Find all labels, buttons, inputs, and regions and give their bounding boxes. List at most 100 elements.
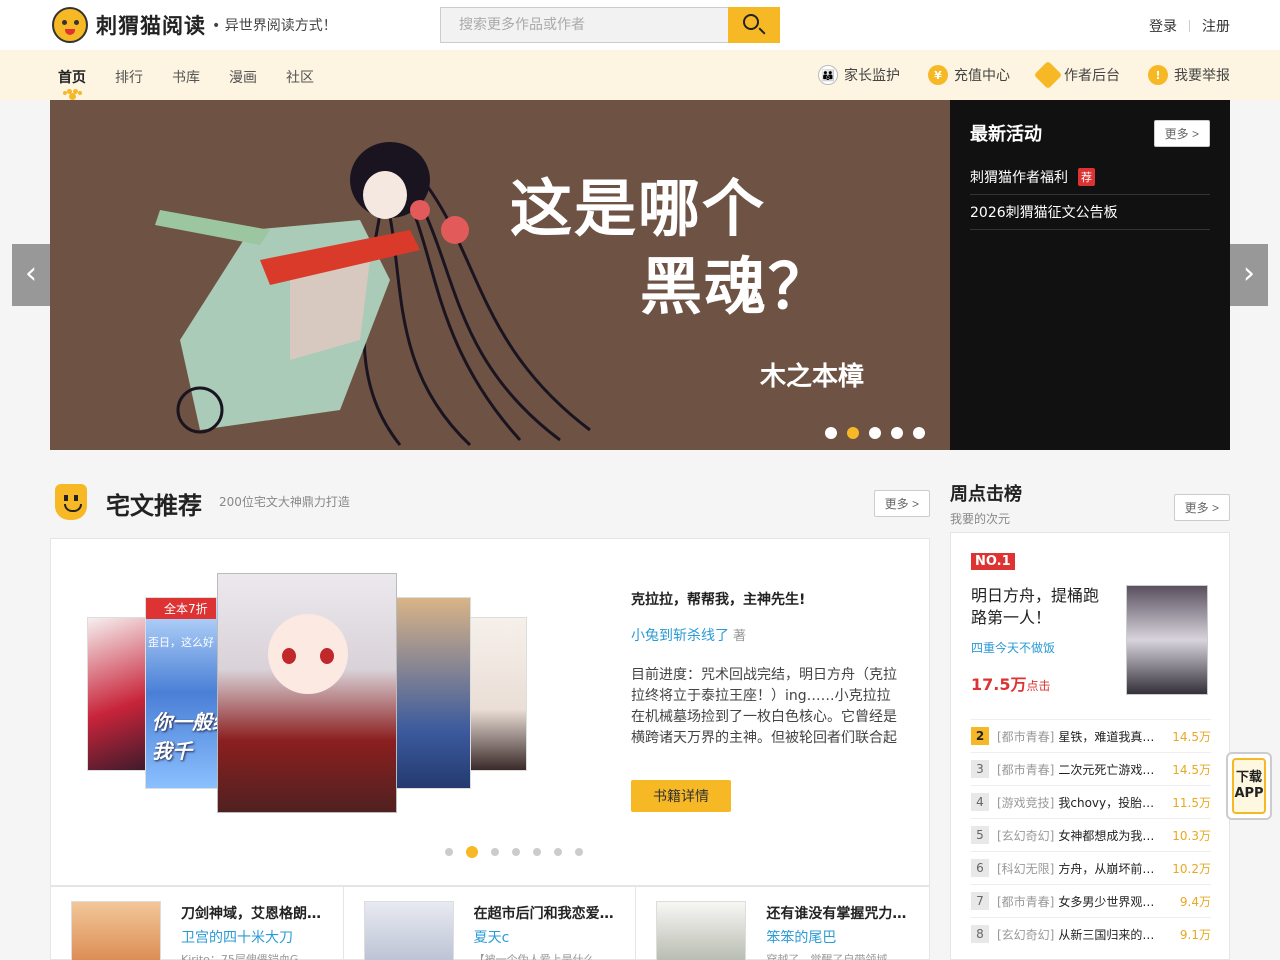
banner-author-signature: 木之本樟 <box>760 362 865 392</box>
search-input[interactable] <box>441 8 729 42</box>
report-label: 我要举报 <box>1174 68 1230 84</box>
top-book-title[interactable]: 明日方舟，提桶跑路第一人！ <box>971 585 1111 629</box>
rank-book-name[interactable]: 方舟，从崩坏前… <box>1058 860 1154 877</box>
search-icon <box>743 14 759 30</box>
site-logo[interactable]: 刺猬猫阅读 • 异世界阅读方式！ <box>52 7 337 43</box>
rank-book-name[interactable]: 女神都想成为我… <box>1058 827 1154 844</box>
top-bar: 刺猬猫阅读 • 异世界阅读方式！ 登录 注册 <box>0 0 1280 50</box>
register-link[interactable]: 注册 <box>1202 16 1230 36</box>
recommend-section-header: 宅文推荐 200位宅文大神鼎力打造 更多 > <box>50 480 930 524</box>
top-book-author[interactable]: 四重今天不做饭 <box>971 639 1055 656</box>
banner-dot[interactable] <box>869 427 881 439</box>
top-book-cover[interactable] <box>1126 585 1208 695</box>
login-link[interactable]: 登录 <box>1149 16 1177 36</box>
recommend-badge: 荐 <box>1078 168 1095 186</box>
banner-title-line1: 这是哪个 <box>510 172 767 245</box>
carousel-dot[interactable] <box>491 848 499 856</box>
banner-dot[interactable] <box>891 427 903 439</box>
rank-category: [游戏竞技] <box>997 795 1055 810</box>
top-clicks-value: 17.5万 <box>971 675 1027 694</box>
book-item[interactable]: 还有谁没有掌握咒力… 笨笨的尾巴 穿越了，觉醒了自带领域 <box>636 887 929 960</box>
rank-row[interactable]: 6 [科幻无限] 方舟，从崩坏前… 10.2万 <box>971 851 1211 884</box>
nav-comics[interactable]: 漫画 <box>229 67 257 87</box>
nav-home[interactable]: 首页 <box>58 67 86 87</box>
hero-banner[interactable]: 这是哪个 黑魂？ 木之本樟 <box>50 100 950 450</box>
discount-badge: 全本7折 <box>146 598 216 619</box>
banner-dot[interactable] <box>913 427 925 439</box>
parental-control-link[interactable]: 👪 家长监护 <box>818 65 900 85</box>
banner-dot[interactable] <box>825 427 837 439</box>
featured-book-info: 克拉拉，帮帮我，主神先生! 小兔到斩杀线了著 目前进度：咒术回战完结，明日方舟（… <box>631 589 901 749</box>
rank-row[interactable]: 2 [都市青春] 星铁，难道我真… 14.5万 <box>971 719 1211 752</box>
rank-number: 2 <box>971 727 989 745</box>
book-cover[interactable] <box>656 901 747 960</box>
book-snippet: Kirito：75层傀儡铠血G… <box>181 953 310 960</box>
carousel-dot[interactable] <box>445 848 453 856</box>
banner-dot-active[interactable] <box>847 427 859 439</box>
nav-tools: 👪 家长监护 ¥ 充值中心 作者后台 ! 我要举报 <box>790 60 1230 90</box>
book-cover[interactable] <box>389 597 471 789</box>
book-cover[interactable] <box>71 901 161 960</box>
book-title[interactable]: 在超市后门和我恋爱… <box>474 903 624 923</box>
activity-item-label: 刺猬猫作者福利 <box>970 170 1068 186</box>
carousel-dot[interactable] <box>554 848 562 856</box>
rank-row[interactable]: 7 [都市青春] 女多男少世界观… 9.4万 <box>971 884 1211 917</box>
rank-book-name[interactable]: 我chovy，投胎… <box>1058 794 1154 811</box>
nav-community[interactable]: 社区 <box>286 67 314 87</box>
book-author[interactable]: 笨笨的尾巴 <box>766 927 836 947</box>
rank-count: 10.3万 <box>1172 828 1211 843</box>
rank-book-name[interactable]: 星铁，难道我真… <box>1058 728 1154 745</box>
book-author[interactable]: 卫宫的四十米大刀 <box>181 927 293 947</box>
featured-book-author-line: 小兔到斩杀线了著 <box>631 625 901 645</box>
rank-row[interactable]: 3 [都市青春] 二次元死亡游戏… 14.5万 <box>971 752 1211 785</box>
rank-number: 7 <box>971 892 989 910</box>
nav-library[interactable]: 书库 <box>172 67 200 87</box>
rank-number: 5 <box>971 826 989 844</box>
nav-rank[interactable]: 排行 <box>115 67 143 87</box>
carousel-dot-active[interactable] <box>466 846 478 858</box>
recharge-link[interactable]: ¥ 充值中心 <box>928 65 1010 85</box>
carousel-dot[interactable] <box>512 848 520 856</box>
report-link[interactable]: ! 我要举报 <box>1148 65 1230 85</box>
nav-links: 首页 排行 书库 漫画 社区 <box>58 67 343 87</box>
activity-item[interactable]: 2026刺猬猫征文公告板 <box>970 195 1210 230</box>
download-app-button[interactable]: 下载 APP <box>1226 752 1272 820</box>
featured-book-author[interactable]: 小兔到斩杀线了 <box>631 628 729 644</box>
recommend-more-button[interactable]: 更多 > <box>873 490 930 517</box>
activity-item[interactable]: 刺猬猫作者福利 荐 <box>970 160 1210 195</box>
recommend-title: 宅文推荐 <box>106 492 202 520</box>
featured-book-title[interactable]: 克拉拉，帮帮我，主神先生! <box>631 589 901 609</box>
rank-row[interactable]: 5 [玄幻奇幻] 女神都想成为我… 10.3万 <box>971 818 1211 851</box>
book-title[interactable]: 还有谁没有掌握咒力… <box>766 903 916 923</box>
book-cover[interactable] <box>363 901 454 960</box>
carousel-dot[interactable] <box>533 848 541 856</box>
rank-row[interactable]: 8 [玄幻奇幻] 从新三国归来的… 9.1万 <box>971 917 1211 950</box>
banner-next-arrow-icon[interactable]: › <box>1230 244 1268 306</box>
banner-prev-arrow-icon[interactable]: ‹ <box>12 244 50 306</box>
rank-book-name[interactable]: 从新三国归来的… <box>1058 926 1154 943</box>
author-backend-label: 作者后台 <box>1064 68 1120 84</box>
rank-count: 14.5万 <box>1172 729 1211 744</box>
auth-links: 登录 注册 <box>1149 16 1230 36</box>
rank-number: 3 <box>971 760 989 778</box>
rank-book-name[interactable]: 女多男少世界观… <box>1058 893 1154 910</box>
carousel-dot[interactable] <box>575 848 583 856</box>
book-item[interactable]: 刀剑神域，艾恩格朗… 卫宫的四十米大刀 Kirito：75层傀儡铠血G… <box>51 887 344 960</box>
rank-count: 11.5万 <box>1172 795 1211 810</box>
rank-book-name[interactable]: 二次元死亡游戏… <box>1058 761 1154 778</box>
book-author[interactable]: 夏天c <box>474 927 510 947</box>
rank-row[interactable]: 4 [游戏竞技] 我chovy，投胎… 11.5万 <box>971 785 1211 818</box>
rank-category: [都市青春] <box>997 729 1055 744</box>
book-detail-button[interactable]: 书籍详情 <box>631 780 731 812</box>
author-backend-link[interactable]: 作者后台 <box>1033 60 1120 90</box>
book-title[interactable]: 刀剑神域，艾恩格朗… <box>181 903 331 923</box>
author-suffix: 著 <box>733 629 747 644</box>
activity-item-label: 2026刺猬猫征文公告板 <box>970 205 1118 221</box>
featured-book-cover[interactable] <box>217 573 397 813</box>
ranking-more-button[interactable]: 更多 > <box>1173 494 1230 521</box>
recommend-pagination <box>445 846 596 858</box>
book-item[interactable]: 在超市后门和我恋爱… 夏天c 【被一个伪人爱上是什么 <box>344 887 637 960</box>
search-button[interactable] <box>728 7 780 43</box>
parent-icon: 👪 <box>818 65 838 85</box>
activity-more-button[interactable]: 更多 > <box>1153 120 1210 147</box>
